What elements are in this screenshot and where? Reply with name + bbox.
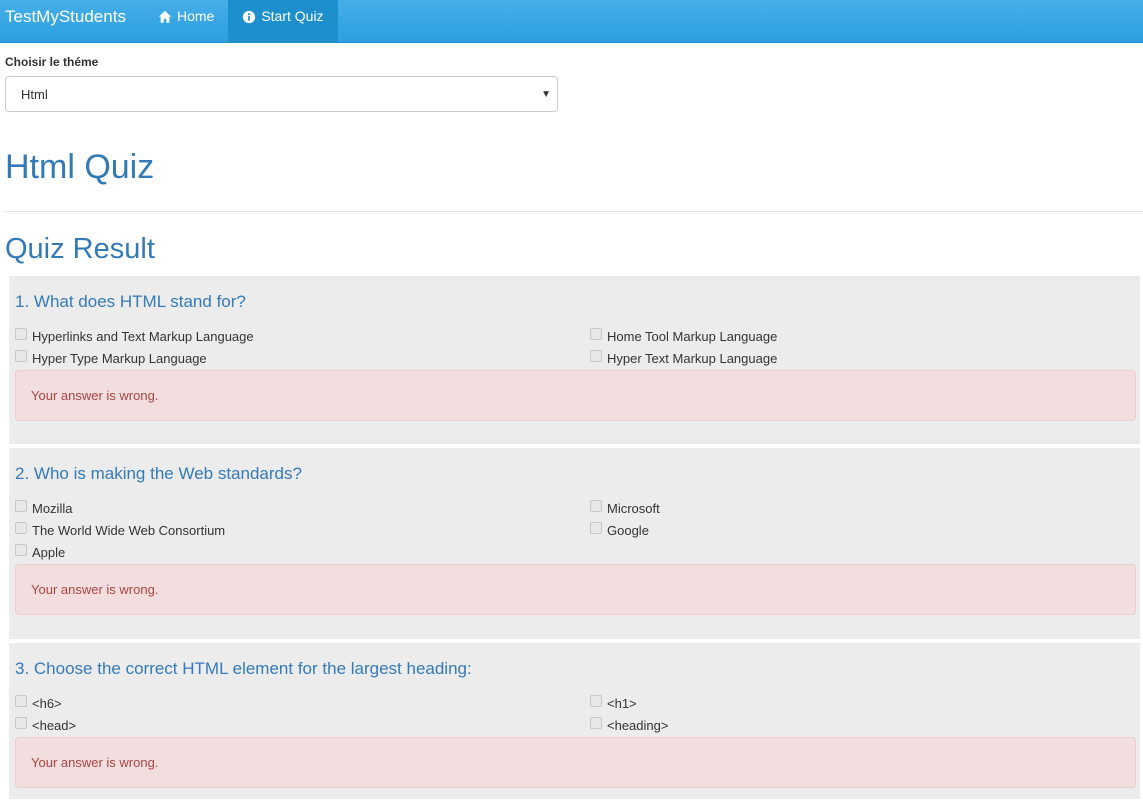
answer-label: Mozilla	[32, 500, 73, 516]
nav-home[interactable]: Home	[144, 0, 228, 42]
answer-option[interactable]: <head>	[15, 715, 590, 735]
answer-option[interactable]: The World Wide Web Consortium	[15, 520, 590, 540]
answer-alert: Your answer is wrong.	[15, 737, 1136, 788]
brand-logo[interactable]: TestMyStudents	[0, 0, 144, 42]
chevron-down-icon: ▼	[541, 88, 551, 100]
checkbox[interactable]	[15, 522, 27, 534]
answer-label: Hyper Type Markup Language	[32, 350, 207, 366]
answer-label: Hyperlinks and Text Markup Language	[32, 328, 254, 344]
theme-form: Choisir le théme Html ▼	[0, 43, 1143, 112]
answer-option[interactable]: Microsoft	[590, 498, 1140, 518]
checkbox[interactable]	[590, 695, 602, 707]
page-title: Html Quiz	[5, 148, 155, 186]
nav-home-label: Home	[176, 8, 215, 24]
nav-start-quiz[interactable]: Start Quiz	[228, 0, 338, 42]
question-title: 2. Who is making the Web standards?	[15, 464, 302, 483]
answer-option[interactable]: Mozilla	[15, 498, 590, 518]
theme-select[interactable]: Html ▼	[5, 76, 558, 112]
answer-label: The World Wide Web Consortium	[32, 522, 226, 538]
checkbox[interactable]	[15, 350, 27, 362]
answer-option[interactable]: Hyper Text Markup Language	[590, 348, 1140, 368]
answer-option[interactable]: <heading>	[590, 715, 1140, 735]
checkbox[interactable]	[590, 350, 602, 362]
answer-label: Microsoft	[607, 500, 660, 516]
theme-select-value: Html	[21, 86, 48, 102]
answer-label: <h1>	[607, 695, 637, 711]
checkbox[interactable]	[15, 544, 27, 556]
answer-label: Apple	[32, 544, 66, 560]
theme-select-label: Choisir le théme	[5, 55, 99, 69]
divider	[5, 211, 1143, 212]
answer-option[interactable]: <h1>	[590, 693, 1140, 713]
answer-option[interactable]: Hyper Type Markup Language	[15, 348, 590, 368]
answer-option[interactable]: Hyperlinks and Text Markup Language	[15, 326, 590, 346]
question-title: 3. Choose the correct HTML element for t…	[15, 659, 472, 678]
question-card: 2. Who is making the Web standards? Mozi…	[9, 448, 1140, 643]
answer-option[interactable]: Apple	[15, 542, 590, 562]
checkbox[interactable]	[15, 328, 27, 340]
answer-option[interactable]: <h6>	[15, 693, 590, 713]
answer-label: <h6>	[32, 695, 62, 711]
checkbox[interactable]	[15, 717, 27, 729]
answer-label: Google	[607, 522, 649, 538]
question-title: 1. What does HTML stand for?	[15, 292, 246, 311]
result-title: Quiz Result	[5, 233, 155, 265]
checkbox[interactable]	[590, 328, 602, 340]
answer-label: <head>	[32, 717, 77, 733]
answer-option[interactable]: Home Tool Markup Language	[590, 326, 1140, 346]
answer-alert: Your answer is wrong.	[15, 370, 1136, 421]
checkbox[interactable]	[590, 717, 602, 729]
home-icon	[158, 10, 172, 23]
checkbox[interactable]	[590, 522, 602, 534]
navbar: TestMyStudents Home Start Quiz	[0, 0, 1143, 43]
question-card: 1. What does HTML stand for? Hyperlinks …	[9, 276, 1140, 448]
answer-label: <heading>	[607, 717, 669, 733]
answer-alert: Your answer is wrong.	[15, 564, 1136, 615]
checkbox[interactable]	[590, 500, 602, 512]
checkbox[interactable]	[15, 500, 27, 512]
answer-option[interactable]: Google	[590, 520, 1140, 540]
answer-label: Hyper Text Markup Language	[607, 350, 778, 366]
info-icon	[243, 10, 256, 24]
answer-label: Home Tool Markup Language	[607, 328, 778, 344]
nav-start-quiz-label: Start Quiz	[261, 8, 324, 24]
question-card: 3. Choose the correct HTML element for t…	[9, 643, 1140, 803]
checkbox[interactable]	[15, 695, 27, 707]
